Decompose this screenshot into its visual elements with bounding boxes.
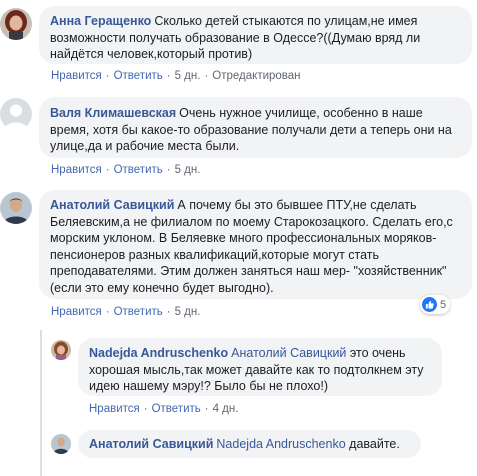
edited-label[interactable]: Отредактирован — [212, 70, 300, 82]
reply-link[interactable]: Ответить — [114, 164, 163, 176]
reaction-count-value: 5 — [440, 298, 447, 311]
reply-text: давайте. — [349, 437, 400, 451]
reply-link[interactable]: Ответить — [114, 306, 163, 318]
reply-bubble: Nadejda Andruschenko Анатолий Савицкий эт… — [78, 338, 442, 396]
comment-actions: Нравится · Ответить · 5 дн. — [51, 306, 201, 318]
comment-bubble: Анатолий Савицкий А почему бы это бывшее … — [39, 190, 472, 299]
like-link[interactable]: Нравится — [51, 70, 102, 82]
comment-actions: Нравится · Ответить · 5 дн. — [51, 164, 201, 176]
reply-author[interactable]: Анатолий Савицкий — [89, 437, 213, 451]
like-link[interactable]: Нравится — [89, 403, 140, 415]
reply-bubble: Анатолий Савицкий Nadejda Andruschenko да… — [78, 430, 421, 458]
comment-bubble: Валя Климашевская Очень нужное училище, о… — [39, 97, 472, 158]
reaction-count[interactable]: 5 — [420, 295, 451, 314]
reply-link[interactable]: Ответить — [152, 403, 201, 415]
reply-link[interactable]: Ответить — [114, 70, 163, 82]
comment-author[interactable]: Анна Геращенко — [50, 14, 151, 28]
thumbs-up-icon — [422, 297, 437, 312]
avatar[interactable] — [0, 192, 32, 224]
comment-time[interactable]: 5 дн. — [175, 306, 201, 318]
avatar[interactable] — [0, 98, 32, 130]
avatar[interactable] — [0, 8, 32, 40]
comment-bubble: Анна Геращенко Сколько детей стыкаются по… — [39, 6, 472, 64]
like-link[interactable]: Нравится — [51, 306, 102, 318]
reply-mention[interactable]: Nadejda Andruschenko — [216, 437, 345, 451]
reply-actions: Нравится · Ответить · 4 дн. — [89, 403, 239, 415]
reply-time[interactable]: 4 дн. — [213, 403, 239, 415]
reply-thread-line — [40, 330, 42, 476]
reply-mention[interactable]: Анатолий Савицкий — [231, 346, 346, 360]
avatar[interactable] — [51, 340, 71, 360]
comment-time[interactable]: 5 дн. — [175, 70, 201, 82]
avatar[interactable] — [51, 434, 71, 454]
comment-text: А почему бы это бывшее ПТУ,не сделать Бе… — [50, 198, 453, 295]
like-link[interactable]: Нравится — [51, 164, 102, 176]
comment-author[interactable]: Валя Климашевская — [50, 106, 176, 120]
comment-time[interactable]: 5 дн. — [175, 164, 201, 176]
comment-actions: Нравится · Ответить · 5 дн. · Отредактирован — [51, 70, 301, 82]
reply-author[interactable]: Nadejda Andruschenko — [89, 346, 228, 360]
comment-author[interactable]: Анатолий Савицкий — [50, 198, 174, 212]
